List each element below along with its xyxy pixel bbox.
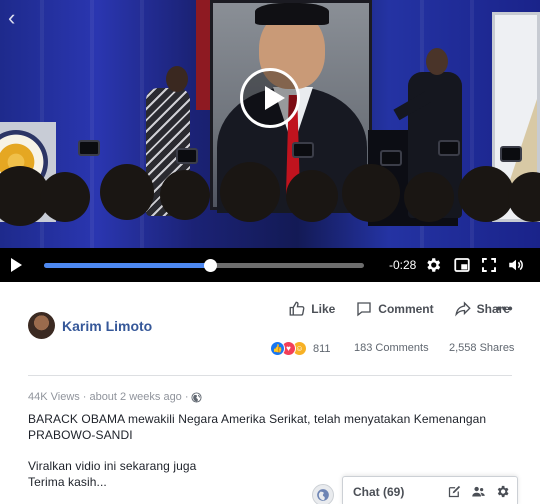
shares-count[interactable]: 2,558 Shares (449, 342, 514, 354)
more-options-button[interactable]: ••• (496, 300, 514, 316)
pip-icon[interactable] (453, 256, 471, 274)
avatar[interactable] (28, 312, 55, 339)
reactions-summary[interactable]: 👍 ♥ ☺ 811 (270, 341, 331, 356)
post-actions: Like Comment Share (288, 300, 510, 318)
play-icon[interactable] (240, 68, 300, 128)
like-label: Like (311, 302, 336, 316)
post-author[interactable]: Karim Limoto (28, 312, 152, 339)
progress-scrubber[interactable] (204, 259, 218, 272)
chat-bar[interactable]: Chat (69) (342, 476, 518, 504)
post-meta: 44K Views · about 2 weeks ago · (28, 391, 203, 403)
video-controls: -0:28 (0, 248, 540, 282)
time-remaining: -0:28 (389, 258, 417, 272)
comments-count[interactable]: 183 Comments (354, 342, 429, 354)
meta-separator: · (82, 391, 87, 403)
back-chevron-icon[interactable]: ‹ (8, 7, 15, 29)
notifications-globe-button[interactable] (312, 484, 334, 504)
progress-bar[interactable] (44, 259, 364, 272)
compose-icon[interactable] (447, 484, 462, 499)
play-pause-button[interactable] (11, 258, 22, 272)
like-icon (289, 301, 305, 316)
divider (28, 375, 512, 376)
like-button[interactable]: Like (288, 300, 335, 318)
author-name[interactable]: Karim Limoto (62, 318, 152, 334)
comment-icon (357, 302, 371, 317)
like-reaction-icon: 👍 (270, 341, 285, 356)
volume-icon[interactable] (507, 256, 525, 274)
post-text-line: Terima kasih... (28, 475, 107, 489)
views-count: 44K Views (28, 391, 80, 403)
chat-label[interactable]: Chat (69) (353, 485, 404, 499)
comment-label: Comment (378, 302, 434, 316)
globe-icon (191, 391, 203, 403)
video-player[interactable]: ‹ -0:28 (0, 0, 540, 282)
settings-gear-icon[interactable] (424, 256, 442, 274)
progress-fill (44, 263, 211, 268)
reactions-count: 811 (313, 342, 331, 355)
fullscreen-icon[interactable] (480, 256, 498, 274)
globe-icon (317, 489, 329, 501)
gear-icon[interactable] (495, 484, 510, 499)
post-text-line: BARACK OBAMA mewakili Negara Amerika Ser… (28, 412, 487, 426)
comment-button[interactable]: Comment (355, 300, 434, 318)
post-time[interactable]: about 2 weeks ago (89, 391, 181, 403)
share-icon (454, 301, 471, 317)
post-text-line: Viralkan vidio ini sekarang juga (28, 459, 197, 473)
people-icon[interactable] (471, 484, 486, 499)
crowd (0, 136, 540, 226)
post-text-line: PRABOWO-SANDI (28, 428, 133, 442)
meta-separator: · (184, 391, 189, 403)
